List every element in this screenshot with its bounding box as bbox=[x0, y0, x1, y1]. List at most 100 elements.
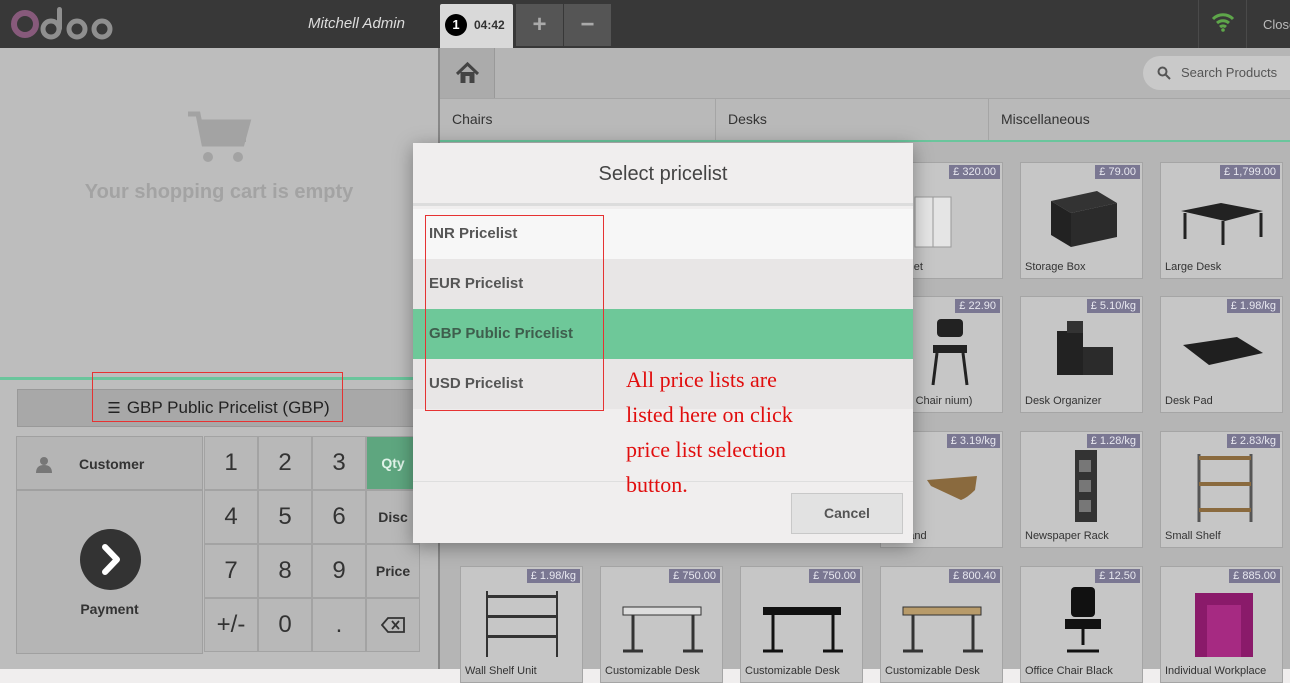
home-category-button[interactable] bbox=[440, 48, 495, 98]
numpad-key-7[interactable]: 7 bbox=[204, 544, 258, 598]
cart-icon bbox=[188, 111, 252, 162]
numpad-key-2[interactable]: 2 bbox=[258, 436, 312, 490]
product-image bbox=[1057, 321, 1113, 375]
remove-order-button[interactable]: − bbox=[564, 4, 611, 46]
product-name: Desk Organizer bbox=[1025, 395, 1102, 407]
product-card[interactable]: £ 885.00 Individual Workplace bbox=[1160, 566, 1283, 683]
product-price: £ 800.40 bbox=[949, 569, 1000, 583]
backspace-button[interactable] bbox=[366, 598, 420, 652]
numpad-key-3[interactable]: 3 bbox=[312, 436, 366, 490]
close-button[interactable]: Close bbox=[1246, 0, 1290, 48]
product-name: Office Chair Black bbox=[1025, 665, 1113, 677]
payment-label: Payment bbox=[80, 601, 139, 617]
product-card[interactable]: £ 79.00 Storage Box bbox=[1020, 162, 1143, 279]
customer-button[interactable]: Customer bbox=[16, 436, 203, 490]
product-image bbox=[763, 607, 843, 653]
product-price: £ 1,799.00 bbox=[1220, 165, 1280, 179]
mode-price-button[interactable]: Price bbox=[366, 544, 420, 598]
product-price: £ 1.98/kg bbox=[1226, 299, 1280, 313]
product-card[interactable]: £ 1.98/kg Wall Shelf Unit bbox=[460, 566, 583, 683]
product-name: Storage Box bbox=[1025, 261, 1086, 273]
product-card[interactable]: £ 12.50 Office Chair Black bbox=[1020, 566, 1143, 683]
search-placeholder: Search Products bbox=[1181, 65, 1278, 80]
product-price: £ 750.00 bbox=[669, 569, 720, 583]
category-chairs[interactable]: Chairs bbox=[440, 99, 716, 140]
mode-disc-button[interactable]: Disc bbox=[366, 490, 420, 544]
product-image bbox=[1183, 337, 1263, 365]
product-card[interactable]: £ 5.10/kg Desk Organizer bbox=[1020, 296, 1143, 413]
add-order-button[interactable]: + bbox=[516, 4, 563, 46]
product-price: £ 5.10/kg bbox=[1086, 299, 1140, 313]
product-card[interactable]: £ 2.83/kg Small Shelf bbox=[1160, 431, 1283, 548]
search-box[interactable]: Search Products bbox=[1143, 56, 1290, 90]
order-time: 04:42 bbox=[474, 18, 505, 32]
customer-label: Customer bbox=[79, 456, 145, 472]
product-price: £ 2.83/kg bbox=[1226, 434, 1280, 448]
wifi-status[interactable] bbox=[1198, 0, 1246, 48]
numpad-key-8[interactable]: 8 bbox=[258, 544, 312, 598]
numpad-key-plus-minus[interactable]: +/- bbox=[204, 598, 258, 652]
numpad-key-1[interactable]: 1 bbox=[204, 436, 258, 490]
mode-qty-button[interactable]: Qty bbox=[366, 436, 420, 490]
product-name: Newspaper Rack bbox=[1025, 530, 1109, 542]
numpad-key-9[interactable]: 9 bbox=[312, 544, 366, 598]
payment-circle bbox=[80, 529, 141, 590]
product-price: £ 320.00 bbox=[949, 165, 1000, 179]
category-desks[interactable]: Desks bbox=[716, 99, 989, 140]
product-image bbox=[1065, 587, 1101, 653]
numpad-key-6[interactable]: 6 bbox=[312, 490, 366, 544]
product-image bbox=[1075, 450, 1097, 522]
category-bar: Chairs Desks Miscellaneous bbox=[440, 98, 1290, 140]
product-name: Individual Workplace bbox=[1165, 665, 1267, 677]
product-name: Customizable Desk bbox=[745, 665, 840, 677]
order-tab[interactable]: 1 04:42 bbox=[440, 4, 513, 48]
wifi-icon bbox=[1211, 13, 1235, 32]
product-card[interactable]: £ 750.00 Customizable Desk bbox=[600, 566, 723, 683]
product-card[interactable]: £ 1.98/kg Desk Pad bbox=[1160, 296, 1283, 413]
product-price: £ 750.00 bbox=[809, 569, 860, 583]
product-card[interactable]: £ 1.28/kg Newspaper Rack bbox=[1020, 431, 1143, 548]
product-price: £ 12.50 bbox=[1095, 569, 1140, 583]
product-image bbox=[1181, 203, 1263, 245]
category-miscellaneous[interactable]: Miscellaneous bbox=[989, 99, 1290, 140]
backspace-icon bbox=[380, 617, 405, 633]
product-image bbox=[1195, 593, 1253, 657]
product-name: Desk Pad bbox=[1165, 395, 1213, 407]
payment-button[interactable]: Payment bbox=[16, 490, 203, 654]
category-divider bbox=[440, 140, 1290, 142]
product-name: Large Desk bbox=[1165, 261, 1222, 273]
product-price: £ 885.00 bbox=[1229, 569, 1280, 583]
order-number: 1 bbox=[445, 14, 467, 36]
dialog-title: Select pricelist bbox=[413, 143, 913, 206]
odoo-logo bbox=[11, 7, 113, 40]
product-image bbox=[1197, 454, 1253, 522]
numpad-key-0[interactable]: 0 bbox=[258, 598, 312, 652]
product-price: £ 1.28/kg bbox=[1086, 434, 1140, 448]
product-image bbox=[622, 606, 703, 653]
highlight-box-pricelist-button bbox=[92, 372, 343, 422]
home-icon bbox=[455, 61, 480, 83]
user-icon bbox=[36, 457, 52, 473]
product-name: Wall Shelf Unit bbox=[465, 665, 537, 677]
user-name: Mitchell Admin bbox=[308, 15, 405, 32]
product-image bbox=[1051, 191, 1117, 247]
product-card[interactable]: £ 800.40 Customizable Desk bbox=[880, 566, 1003, 683]
product-card[interactable]: £ 750.00 Customizable Desk bbox=[740, 566, 863, 683]
product-card[interactable]: £ 1,799.00 Large Desk bbox=[1160, 162, 1283, 279]
search-icon bbox=[1157, 66, 1171, 80]
product-price: £ 3.19/kg bbox=[946, 434, 1000, 448]
top-bar: Mitchell Admin 1 04:42 + − Close bbox=[0, 0, 1290, 48]
control-pad: Customer Payment 1 2 3 Qty 4 5 6 Disc 7 … bbox=[16, 436, 421, 654]
numpad-key-4[interactable]: 4 bbox=[204, 490, 258, 544]
product-image bbox=[902, 606, 983, 653]
annotation-note: All price lists are listed here on click… bbox=[626, 367, 793, 497]
numpad-key-dot[interactable]: . bbox=[312, 598, 366, 652]
product-price: £ 22.90 bbox=[955, 299, 1000, 313]
product-image bbox=[486, 591, 558, 657]
chevron-right-icon bbox=[102, 544, 120, 575]
highlight-box-pricelist-options bbox=[425, 215, 604, 411]
product-name: Customizable Desk bbox=[605, 665, 700, 677]
product-price: £ 1.98/kg bbox=[526, 569, 580, 583]
empty-cart-message: Your shopping cart is empty bbox=[84, 181, 354, 203]
numpad-key-5[interactable]: 5 bbox=[258, 490, 312, 544]
